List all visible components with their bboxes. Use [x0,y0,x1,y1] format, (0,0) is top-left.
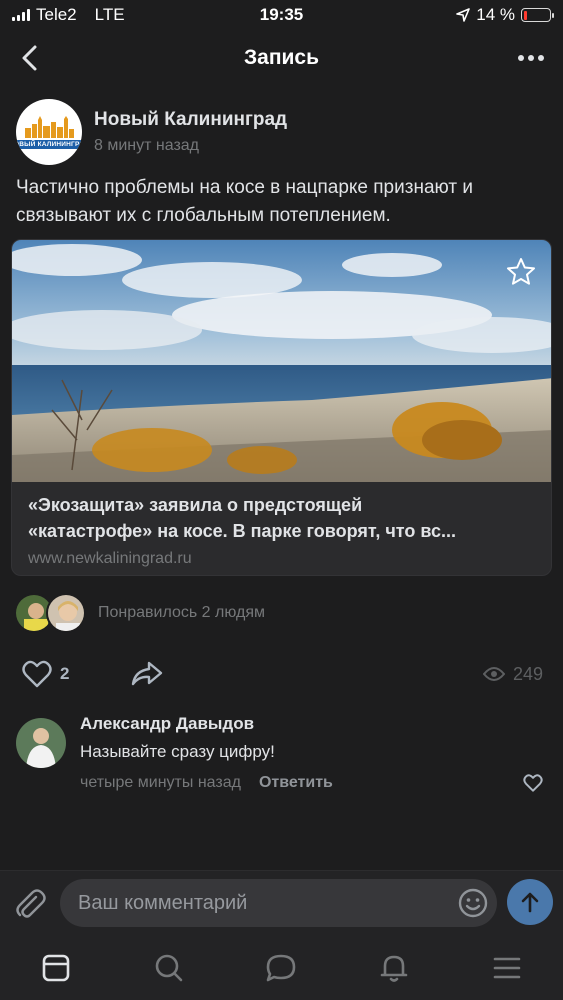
heart-icon [22,660,52,688]
network-label: LTE [94,5,125,24]
link-card[interactable]: «Экозащита» заявила о предстоящей «катас… [11,239,552,576]
search-icon [155,954,183,982]
views-counter: 249 [482,663,543,685]
reply-button[interactable]: Ответить [259,774,333,792]
nav-bar: Запись [0,30,563,86]
battery-icon [521,8,554,22]
smile-icon [458,888,488,918]
star-icon [507,258,535,285]
tab-feed[interactable] [26,943,86,993]
tab-notifications[interactable] [364,943,424,993]
battery-fill [523,10,527,20]
likers-text: Понравилось 2 людям [98,604,265,621]
group-avatar[interactable]: НОВЫЙ КАЛИНИНГРАД [16,99,82,165]
tab-bar [0,936,563,1000]
eye-icon [482,667,505,681]
favorite-button[interactable] [505,256,537,288]
post-header: НОВЫЙ КАЛИНИНГРАД Новый Калининград 8 ми… [16,99,287,165]
messages-icon [267,954,296,982]
comment: Александр Давыдов Называйте сразу цифру!… [16,714,547,792]
more-dots-icon [518,55,544,61]
share-icon [132,661,163,686]
status-right: 14 % [456,5,554,25]
location-icon [456,8,471,22]
city-skyline-icon [25,115,74,138]
feed-icon [42,954,70,982]
notifications-icon [380,955,408,982]
like-count: 2 [60,664,70,683]
tab-messages[interactable] [251,943,311,993]
link-info: «Экозащита» заявила о предстоящей «катас… [12,482,551,568]
arrow-up-icon [521,892,539,913]
comment-avatar[interactable] [16,718,66,768]
comment-author[interactable]: Александр Давыдов [80,714,547,734]
back-button[interactable] [12,40,48,76]
post-actions: 2 249 [22,654,543,694]
send-button[interactable] [507,879,553,925]
likers-row[interactable]: Понравилось 2 людям [14,593,265,633]
comment-input[interactable]: Ваш комментарий [60,879,497,927]
chevron-left-icon [22,45,37,71]
link-title-line2: «катастрофе» на косе. В парке говорят, ч… [28,521,457,541]
paperclip-icon [16,889,46,918]
emoji-button[interactable] [457,887,489,925]
comment-like-button[interactable] [523,774,543,797]
group-name[interactable]: Новый Калининград [94,109,287,131]
page-title: Запись [243,46,320,69]
liker-avatar [46,593,86,633]
battery-percent: 14 % [476,5,515,24]
status-bar: Tele2 LTE 19:35 14 % [0,0,563,30]
post-time: 8 минут назад [94,137,200,154]
like-button[interactable]: 2 [22,660,69,688]
status-left: Tele2 LTE [12,5,125,25]
comment-time: четыре минуты назад [80,774,241,791]
tab-search[interactable] [139,943,199,993]
carrier-label: Tele2 [36,5,77,24]
comment-body: Александр Давыдов Называйте сразу цифру!… [80,714,547,792]
landscape-image [12,240,551,482]
link-image [12,240,551,482]
attach-button[interactable] [14,887,46,926]
link-url: www.newkaliningrad.ru [28,550,192,567]
group-logo-text: НОВЫЙ КАЛИНИНГРАД [16,139,82,149]
group-meta: Новый Калининград 8 минут назад [94,109,287,155]
post-text: Частично проблемы на косе в нацпарке при… [16,177,473,226]
share-button[interactable] [131,661,163,687]
tab-menu[interactable] [477,943,537,993]
signal-icon [12,9,30,21]
comment-text: Называйте сразу цифру! [80,742,275,761]
menu-icon [493,957,520,979]
more-button[interactable] [513,40,549,76]
views-count: 249 [512,663,543,684]
link-title-line1: «Экозащита» заявила о предстоящей [28,495,363,515]
comment-input-placeholder: Ваш комментарий [78,891,248,914]
comment-meta: четыре минуты назад Ответить [80,774,547,792]
comment-composer: Ваш комментарий [0,870,563,936]
heart-icon [523,774,543,792]
